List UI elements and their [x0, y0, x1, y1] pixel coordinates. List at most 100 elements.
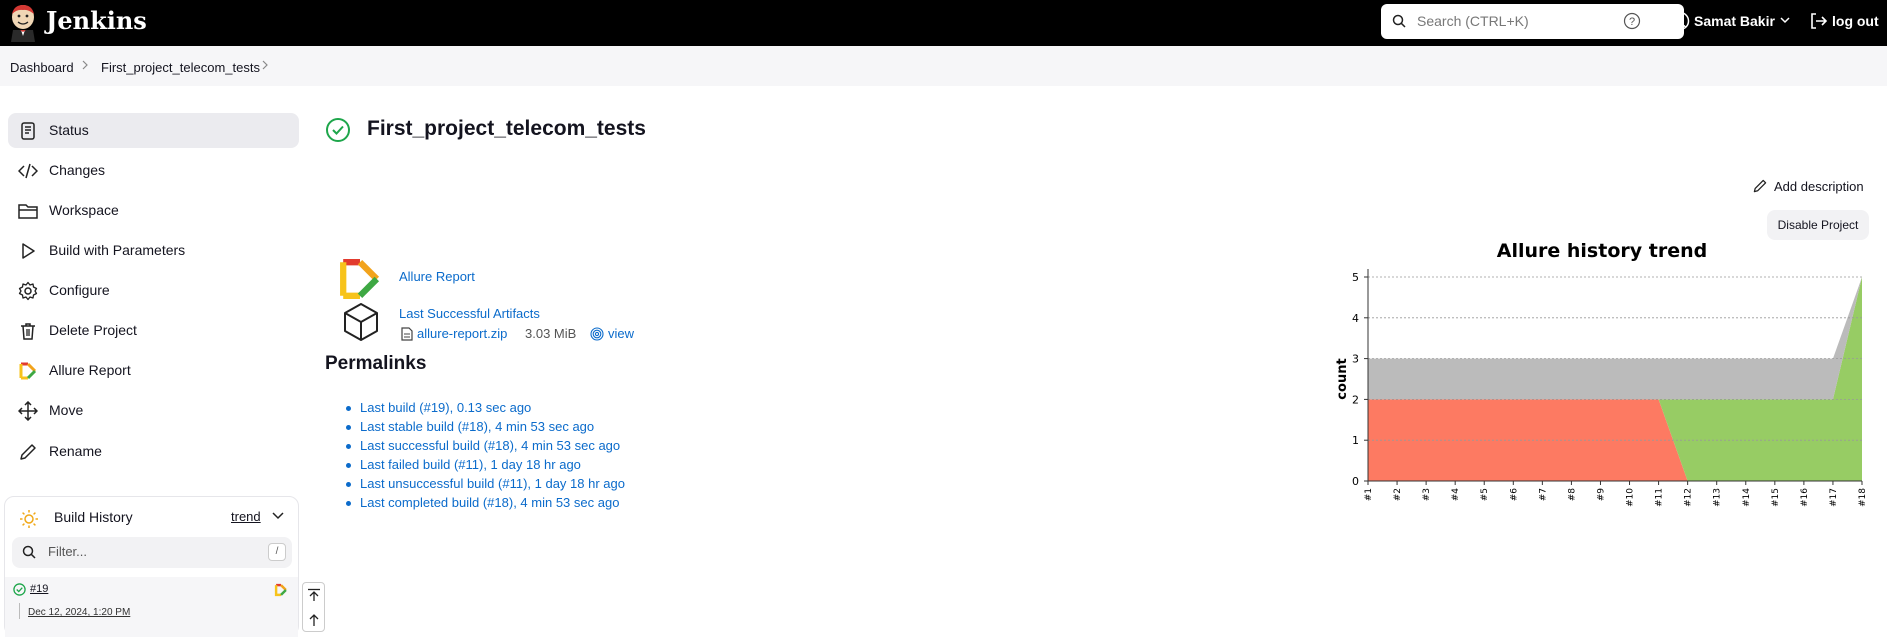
chart-x-tick-label: #1 [1364, 488, 1374, 501]
chevron-down-icon[interactable] [272, 511, 284, 521]
sidebar-item-move[interactable]: Move [8, 393, 299, 428]
permalink-last-failed-build[interactable]: Last failed build (#11), 1 day 18 hr ago [360, 457, 581, 472]
artifact-view-link[interactable]: view [608, 326, 634, 341]
permalink-last-unsuccessful-build[interactable]: Last unsuccessful build (#11), 1 day 18 … [360, 476, 625, 491]
permalink-last-stable-build[interactable]: Last stable build (#18), 4 min 53 sec ag… [360, 419, 594, 434]
chart-x-tick-label: #9 [1596, 488, 1606, 502]
allure-trend-chart[interactable]: 0 1 2 3 4 5 #1 #2 #3 #4 #5 #6 #7 #8 #9 #10 #11 #12 #13 #14 #… [1325, 260, 1875, 510]
list-item: Last build (#19), 0.13 sec ago [346, 400, 625, 419]
build-date-link[interactable]: Dec 12, 2024, 1:20 PM [28, 607, 130, 618]
sidebar-item-label: Changes [49, 162, 106, 178]
permalinks-list: Last build (#19), 0.13 sec ago Last stab… [346, 400, 625, 514]
chart-x-tick-label: #5 [1480, 488, 1490, 501]
jenkins-logo[interactable] [8, 4, 38, 42]
gear-icon [18, 281, 38, 301]
user-icon [1670, 11, 1690, 31]
allure-report-link[interactable]: Allure Report [399, 269, 475, 284]
chevron-right-icon[interactable] [260, 58, 270, 72]
help-icon[interactable]: ? [1623, 12, 1641, 30]
search-icon [1392, 14, 1406, 28]
build-number-link[interactable]: #19 [30, 583, 48, 595]
build-filter[interactable]: / [12, 537, 292, 568]
chevron-right-icon [82, 60, 88, 70]
fingerprint-icon [590, 327, 604, 341]
build-history-panel: Build History trend / #19 Dec 12, 2024, … [4, 496, 299, 637]
chart-x-tick-label: #3 [1422, 488, 1432, 501]
sidebar-item-label: Delete Project [49, 322, 137, 338]
chart-y-tick-label: 2 [1352, 393, 1359, 406]
chart-y-tick-label: 4 [1352, 312, 1359, 325]
chart-x-tick-label: #12 [1684, 488, 1694, 507]
page-title: First_project_telecom_tests [367, 117, 646, 140]
folder-icon [18, 204, 38, 219]
sidebar-item-changes[interactable]: Changes [8, 153, 299, 188]
sidebar-item-label: Rename [49, 443, 102, 459]
sidebar-item-label: Allure Report [49, 362, 131, 378]
sidebar-item-status[interactable]: Status [8, 113, 299, 148]
logout-icon [1811, 13, 1828, 29]
sidebar-item-label: Move [49, 402, 84, 418]
success-icon [13, 583, 26, 596]
sidebar-item-workspace[interactable]: Workspace [8, 193, 299, 228]
chart-x-tick-label: #8 [1567, 488, 1577, 502]
allure-icon[interactable] [274, 583, 288, 597]
breadcrumb: Dashboard First_project_telecom_tests [0, 46, 1887, 86]
permalink-last-build[interactable]: Last build (#19), 0.13 sec ago [360, 400, 531, 415]
permalinks-title: Permalinks [325, 353, 427, 374]
scroll-up-icon[interactable] [307, 613, 321, 627]
build-trend-link[interactable]: trend [231, 509, 261, 524]
allure-logo-icon [340, 259, 380, 299]
chart-y-tick-label: 1 [1352, 434, 1359, 447]
user-name[interactable]: Samat Bakir [1694, 13, 1775, 29]
list-item: Last successful build (#18), 4 min 53 se… [346, 438, 625, 457]
chart-title: Allure history trend [1496, 240, 1708, 262]
chart-x-tick-label: #4 [1451, 488, 1461, 502]
pencil-icon [20, 444, 36, 460]
breadcrumb-project[interactable]: First_project_telecom_tests [101, 60, 260, 75]
sidebar-item-label: Build with Parameters [49, 242, 186, 258]
disable-project-button[interactable]: Disable Project [1767, 210, 1869, 240]
trash-icon [21, 323, 35, 340]
jenkins-brand[interactable]: Jenkins [46, 6, 147, 35]
build-filter-input[interactable] [48, 544, 248, 559]
allure-icon [19, 362, 37, 380]
chart-x-tick-label: #10 [1626, 488, 1636, 507]
list-item: Last completed build (#18), 4 min 53 sec… [346, 495, 625, 514]
build-history-title: Build History [54, 509, 133, 525]
chart-x-tick-label: #15 [1771, 488, 1781, 507]
timeline-line [19, 603, 20, 619]
logout-label: log out [1832, 13, 1879, 29]
scroll-to-top-icon[interactable] [307, 588, 321, 602]
sidebar-item-delete-project[interactable]: Delete Project [8, 313, 299, 348]
package-icon [344, 303, 378, 341]
search-icon [22, 545, 36, 559]
chart-x-tick-label: #11 [1655, 488, 1665, 507]
jenkins-butler-icon [11, 5, 35, 42]
chart-area-series-2 [1368, 277, 1862, 400]
last-successful-artifacts-link[interactable]: Last Successful Artifacts [399, 306, 540, 321]
sidebar-item-configure[interactable]: Configure [8, 273, 299, 308]
list-item: Last failed build (#11), 1 day 18 hr ago [346, 457, 625, 476]
svg-text:?: ? [1629, 16, 1635, 28]
chart-x-tick-label: #6 [1509, 488, 1519, 502]
search-input[interactable] [1417, 10, 1637, 32]
artifact-size: 3.03 MiB [525, 326, 577, 341]
artifact-file-link[interactable]: allure-report.zip [417, 326, 507, 341]
permalink-last-completed-build[interactable]: Last completed build (#18), 4 min 53 sec… [360, 495, 619, 510]
status-icon [21, 122, 35, 140]
breadcrumb-dashboard[interactable]: Dashboard [10, 60, 74, 75]
list-item: Last unsuccessful build (#11), 1 day 18 … [346, 476, 625, 495]
sidebar-item-label: Workspace [49, 202, 119, 218]
build-row[interactable]: #19 Dec 12, 2024, 1:20 PM [5, 577, 298, 637]
pencil-icon [1753, 179, 1767, 193]
chart-x-tick-label: #16 [1800, 488, 1810, 507]
permalink-last-successful-build[interactable]: Last successful build (#18), 4 min 53 se… [360, 438, 620, 453]
search-box[interactable]: ? [1381, 4, 1684, 39]
sidebar-item-allure-report[interactable]: Allure Report [8, 353, 299, 388]
chevron-down-icon[interactable] [1780, 15, 1790, 25]
sidebar-item-rename[interactable]: Rename [8, 434, 299, 469]
move-icon [18, 401, 38, 421]
sidebar-item-label: Configure [49, 282, 110, 298]
chart-y-tick-label: 0 [1352, 475, 1359, 488]
sidebar-item-build-with-parameters[interactable]: Build with Parameters [8, 233, 299, 268]
